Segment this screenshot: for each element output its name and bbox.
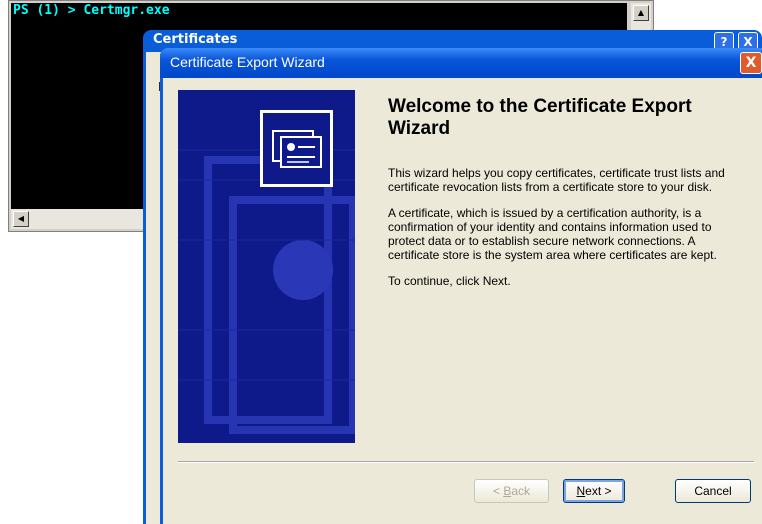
certificate-export-wizard-dialog: Certificate Export Wizard X Welcome to t… — [160, 48, 762, 524]
welcome-text-area: Welcome to the Certificate Export Wizard… — [388, 96, 748, 300]
next-button-rest: ext > — [585, 484, 612, 498]
certificates-window-title: Certificates — [153, 32, 238, 47]
wizard-banner-image — [178, 90, 355, 443]
console-prompt-line: PS (1) > Certmgr.exe — [13, 3, 170, 18]
back-button-rest: ack — [511, 484, 531, 498]
welcome-heading: Welcome to the Certificate Export Wizard — [388, 96, 692, 139]
wizard-title-bar[interactable]: Certificate Export Wizard X — [160, 48, 762, 78]
cancel-button[interactable]: Cancel — [675, 479, 751, 503]
continue-instruction: To continue, click Next. — [388, 274, 511, 288]
scroll-left-arrow-icon[interactable]: ◀ — [13, 211, 29, 227]
next-button[interactable]: Next > — [563, 479, 625, 503]
back-button-prefix: < — [492, 484, 504, 498]
button-separator — [178, 461, 754, 463]
wizard-body: Welcome to the Certificate Export Wizard… — [163, 78, 762, 524]
intro-paragraph: This wizard helps you copy certificates,… — [388, 166, 725, 194]
next-button-access-key: N — [576, 484, 586, 498]
close-button[interactable]: X — [740, 52, 762, 74]
scroll-up-arrow-icon[interactable]: ▲ — [633, 5, 649, 21]
certificate-icon — [260, 110, 333, 187]
wizard-title: Certificate Export Wizard — [170, 54, 325, 70]
certificate-description-paragraph: A certificate, which is issued by a cert… — [388, 206, 717, 262]
back-button[interactable]: < Back — [474, 479, 549, 503]
